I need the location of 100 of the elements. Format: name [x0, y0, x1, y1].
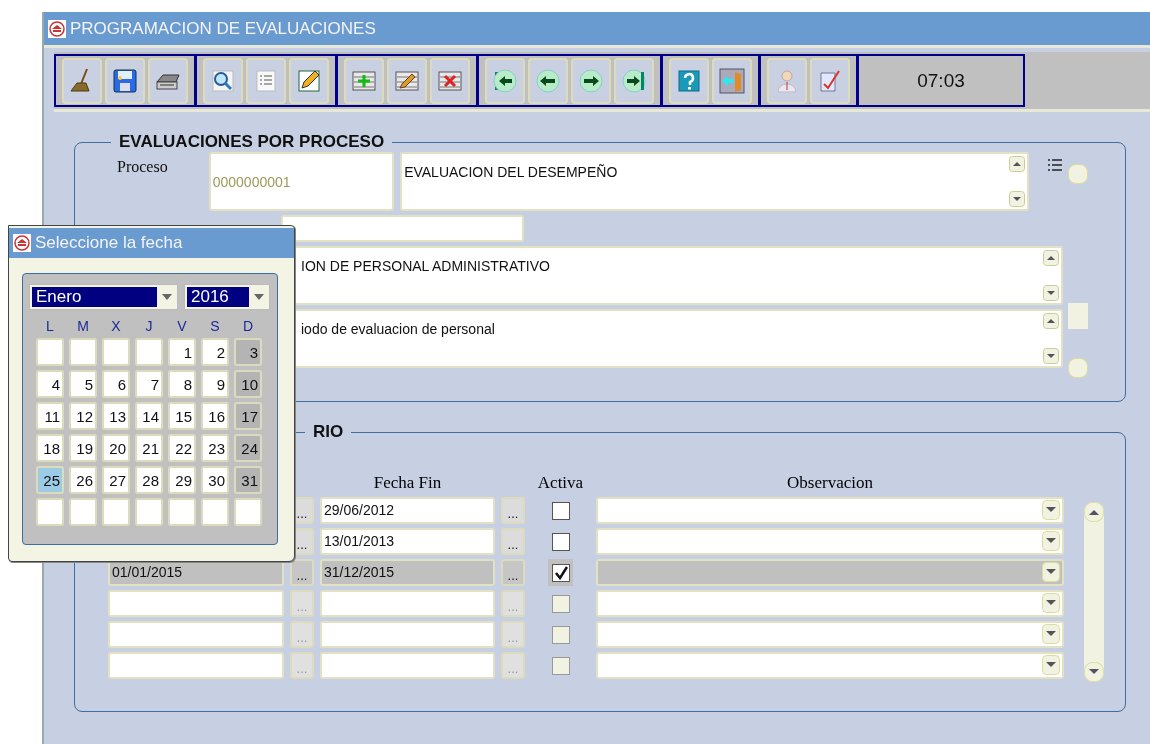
day-cell[interactable]: 24 [234, 434, 262, 462]
scroll-up-icon [1043, 313, 1059, 329]
day-cell[interactable]: 8 [168, 370, 196, 398]
scrollbar-track[interactable] [1084, 502, 1104, 682]
toolbar-button[interactable] [148, 57, 188, 104]
day-cell[interactable] [168, 498, 196, 526]
day-cell[interactable]: 23 [201, 434, 229, 462]
column-header: Activa [536, 473, 585, 493]
toolbar-button[interactable] [485, 57, 525, 104]
month-dropdown[interactable]: Enero [29, 284, 178, 310]
observation-dropdown[interactable] [596, 497, 1064, 524]
section-title: EVALUACIONES POR PROCESO [118, 132, 386, 152]
end-date-field[interactable]: 31/12/2015 [320, 559, 495, 586]
date-picker-button[interactable]: ... [501, 528, 525, 555]
field-text: iodo de evaluacion de personal [300, 320, 495, 339]
day-cell[interactable]: 12 [69, 402, 97, 430]
day-cell[interactable]: 20 [102, 434, 130, 462]
day-cell[interactable] [36, 498, 64, 526]
day-cell[interactable]: 13 [102, 402, 130, 430]
day-cell[interactable]: 17 [234, 402, 262, 430]
scroll-down-icon [1009, 191, 1026, 207]
list-icon [253, 67, 279, 94]
toolbar-button[interactable] [203, 57, 243, 104]
day-cell[interactable] [102, 338, 130, 366]
day-cell[interactable]: 19 [69, 434, 97, 462]
description-field[interactable]: EVALUACION DEL DESEMPEÑO [400, 152, 1030, 211]
year-dropdown[interactable]: 2016 [184, 284, 270, 310]
toolbar-button[interactable] [669, 57, 709, 104]
day-cell[interactable]: 14 [135, 402, 163, 430]
scroll-up-icon [1084, 502, 1104, 522]
date-picker-button[interactable]: ... [501, 559, 525, 586]
day-cell[interactable]: 5 [69, 370, 97, 398]
toolbar-button[interactable] [528, 57, 568, 104]
observation-dropdown[interactable] [596, 590, 1064, 617]
text-field[interactable] [281, 215, 524, 242]
day-cell[interactable]: 26 [69, 466, 97, 494]
toolbar-button[interactable] [62, 57, 102, 104]
day-cell[interactable]: 7 [135, 370, 163, 398]
day-cell[interactable]: 6 [102, 370, 130, 398]
day-cell[interactable] [69, 338, 97, 366]
help-icon [676, 67, 702, 94]
window-title: PROGRAMACION DE EVALUACIONES [70, 18, 376, 39]
day-cell[interactable]: 4 [36, 370, 64, 398]
day-cell[interactable]: 27 [102, 466, 130, 494]
date-picker-button[interactable]: ... [290, 559, 314, 586]
day-cell[interactable]: 29 [168, 466, 196, 494]
day-cell[interactable]: 15 [168, 402, 196, 430]
toolbar-button[interactable] [571, 57, 611, 104]
dropdown-value: 2016 [187, 287, 249, 307]
observation-dropdown[interactable] [596, 559, 1064, 586]
scroll-down-icon [1043, 285, 1059, 301]
day-cell[interactable] [102, 498, 130, 526]
end-date-field[interactable]: 13/01/2013 [320, 528, 495, 555]
day-cell[interactable] [135, 498, 163, 526]
scroll-up-icon [1043, 250, 1059, 266]
toolbar-button[interactable] [614, 57, 654, 104]
weekday-label: J [144, 318, 154, 334]
weekday-label: S [209, 318, 221, 334]
day-cell[interactable]: 21 [135, 434, 163, 462]
day-cell[interactable]: 31 [234, 466, 262, 494]
day-cell[interactable]: 9 [201, 370, 229, 398]
day-cell[interactable]: 3 [234, 338, 262, 366]
toolbar-button[interactable] [430, 57, 470, 104]
day-cell[interactable] [69, 498, 97, 526]
date-picker-button[interactable]: ... [501, 497, 525, 524]
day-cell[interactable]: 16 [201, 402, 229, 430]
day-cell[interactable]: 2 [201, 338, 229, 366]
app-logo-icon [48, 19, 66, 38]
day-cell[interactable]: 30 [201, 466, 229, 494]
pencil-icon [296, 67, 322, 94]
day-cell[interactable]: 18 [36, 434, 64, 462]
weekday-label: L [45, 318, 55, 334]
day-cell[interactable] [234, 498, 262, 526]
weekday-label: X [110, 318, 122, 334]
weekday-label: V [176, 318, 188, 334]
weekday-label: D [241, 318, 255, 334]
observation-dropdown[interactable] [596, 652, 1064, 679]
day-cell[interactable] [201, 498, 229, 526]
toolbar-button[interactable] [289, 57, 329, 104]
weekday-label: M [76, 318, 90, 334]
clock-display: 07:03 [857, 54, 1025, 107]
column-header: Observacion [786, 473, 874, 493]
day-cell[interactable] [135, 338, 163, 366]
day-cell[interactable]: 1 [168, 338, 196, 366]
day-cell[interactable]: 11 [36, 402, 64, 430]
day-cell[interactable]: 10 [234, 370, 262, 398]
checkbox[interactable] [551, 501, 570, 520]
toolbar-button[interactable] [105, 57, 145, 104]
dropdown-value: Enero [32, 287, 157, 307]
day-cell[interactable]: 28 [135, 466, 163, 494]
section-title: RIO [312, 422, 345, 442]
checkbox[interactable] [551, 563, 570, 582]
day-cell[interactable] [36, 338, 64, 366]
observation-dropdown[interactable] [596, 621, 1064, 648]
end-date-field[interactable]: 29/06/2012 [320, 497, 495, 524]
observation-dropdown[interactable] [596, 528, 1064, 555]
scroll-thumb[interactable] [1068, 303, 1088, 329]
checkbox[interactable] [551, 532, 570, 551]
day-cell[interactable]: 25 [36, 466, 64, 494]
day-cell[interactable]: 22 [168, 434, 196, 462]
